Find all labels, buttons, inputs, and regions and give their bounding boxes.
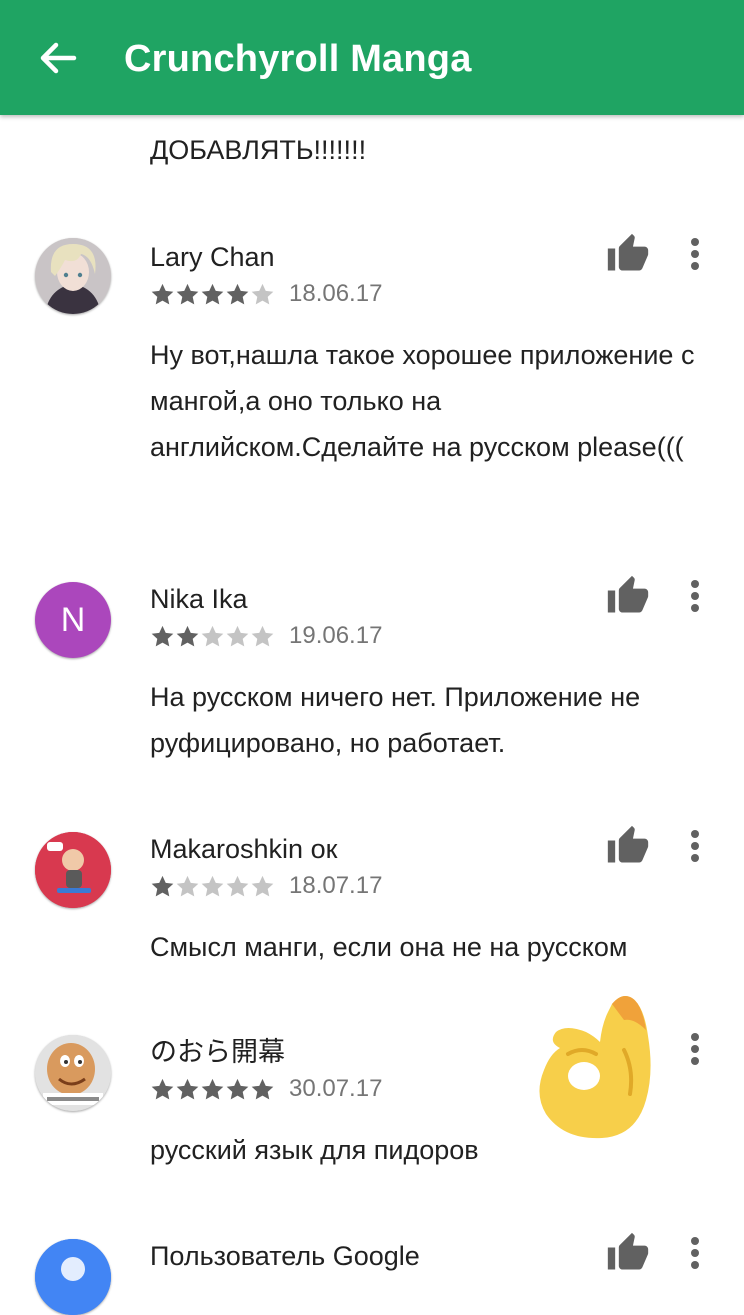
avatar-letter: N [60, 601, 86, 639]
anime-avatar-image [35, 238, 111, 314]
avatar[interactable]: N [35, 582, 111, 658]
default-user-icon [35, 1239, 111, 1315]
star-icon [201, 625, 224, 647]
more-vert-icon[interactable] [680, 574, 710, 618]
avatar[interactable] [35, 238, 111, 314]
review-date: 30.07.17 [289, 1075, 383, 1102]
thumb-up-icon[interactable] [606, 232, 650, 276]
review-author: Nika Ika [150, 584, 248, 614]
arrow-back-icon[interactable] [34, 36, 82, 80]
star-icon [226, 625, 249, 647]
star-icon [251, 625, 274, 647]
avatar[interactable] [35, 1035, 111, 1111]
page-title: Crunchyroll Manga [124, 38, 472, 80]
star-icon [151, 875, 174, 897]
more-vert-icon[interactable] [680, 1231, 710, 1275]
star-icon [176, 625, 199, 647]
star-icon [226, 875, 249, 897]
star-icon [251, 875, 274, 897]
cartoon-avatar-image [35, 832, 111, 908]
thumb-up-icon[interactable] [606, 824, 650, 868]
thumb-up-icon[interactable] [606, 574, 650, 618]
review-text-partial: ДОБАВЛЯТЬ!!!!!!! [150, 135, 367, 165]
review-text: На русском ничего нет. Приложение не руф… [150, 682, 641, 758]
review-author: のおら開幕 [150, 1037, 285, 1067]
review-author: Makaroshkin ок [150, 834, 338, 864]
more-vert-icon[interactable] [680, 824, 710, 868]
review-text: Ну вот,нашла такое хорошее приложение с … [150, 340, 695, 462]
app-bar: Crunchyroll Manga [0, 0, 744, 115]
cartoon-face-avatar-image [35, 1035, 111, 1111]
more-vert-icon[interactable] [680, 1027, 710, 1071]
star-icon [201, 1078, 224, 1100]
avatar[interactable] [35, 832, 111, 908]
review-date: 18.07.17 [289, 872, 383, 899]
review-text: Смысл манги, если она не на русском [150, 932, 628, 962]
star-icon [151, 625, 174, 647]
star-icon [201, 875, 224, 897]
star-icon [201, 283, 224, 305]
star-icon [151, 1078, 174, 1100]
star-icon [176, 283, 199, 305]
thumb-up-icon[interactable] [606, 1231, 650, 1275]
review-author: Lary Chan [150, 242, 275, 272]
avatar[interactable] [35, 1239, 111, 1315]
review-author: Пользователь Google [150, 1241, 420, 1271]
review-date: 18.06.17 [289, 280, 383, 307]
ok-hand-emoji [539, 996, 651, 1139]
star-icon [251, 1078, 274, 1100]
review-date: 19.06.17 [289, 622, 383, 649]
star-icon [176, 1078, 199, 1100]
star-icon [176, 875, 199, 897]
star-icon [151, 283, 174, 305]
star-icon [226, 283, 249, 305]
star-icon [226, 1078, 249, 1100]
star-icon [251, 283, 274, 305]
more-vert-icon[interactable] [680, 232, 710, 276]
